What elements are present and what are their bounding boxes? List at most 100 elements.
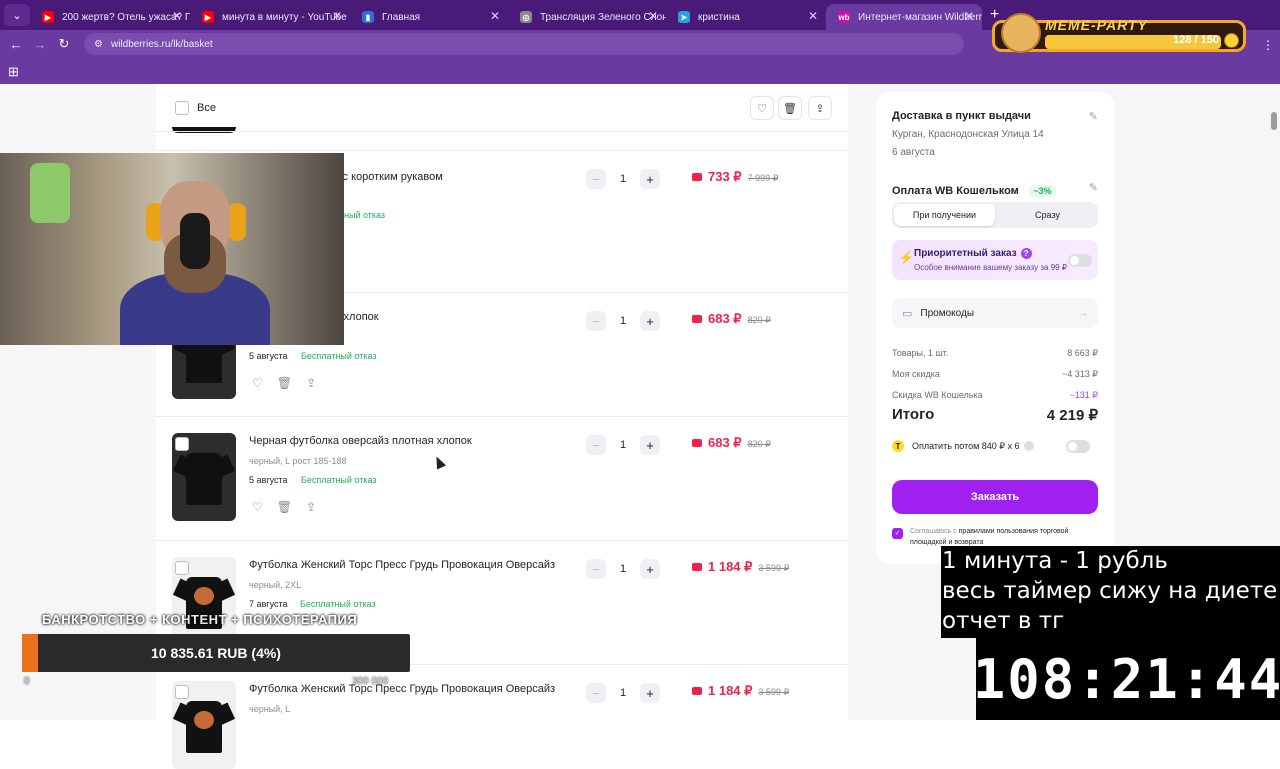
tab-5[interactable]: ➤ кристина ✕ xyxy=(666,4,826,30)
wallet-icon xyxy=(692,439,702,447)
priority-title: Приоритетный заказ? xyxy=(914,248,1032,259)
quantity-value: 1 xyxy=(619,687,627,699)
priority-subtitle: Особое внимание вашему заказу за 99 ₽ xyxy=(914,263,1067,272)
tab-label: кристина xyxy=(698,11,740,23)
forward-icon[interactable]: → xyxy=(28,37,52,52)
info-icon[interactable] xyxy=(1023,441,1034,451)
increase-button[interactable]: + xyxy=(640,169,660,189)
goods-value: 8 663 ₽ xyxy=(1067,348,1098,358)
meme-party-title: MEME-PARTY xyxy=(1045,17,1148,33)
agreement-checkbox[interactable]: ✓ xyxy=(892,528,903,539)
donation-label: БАНКРОТСТВО + КОНТЕНТ + ПСИХОТЕРАПИЯ xyxy=(42,612,358,627)
my-discount-line: Моя скидка −4 313 ₽ xyxy=(892,369,1098,380)
coin-icon xyxy=(1224,33,1239,48)
cart-item: Черная футболка оверсайз плотная хлопок … xyxy=(156,416,848,540)
priority-toggle[interactable] xyxy=(1068,254,1092,267)
close-icon[interactable]: ✕ xyxy=(332,9,342,23)
tab-on-receipt[interactable]: При получении xyxy=(894,204,995,226)
trash-icon[interactable]: 🗑 xyxy=(778,96,802,120)
tab-6-active[interactable]: wb Интернет-магазин Wildberries ✕ xyxy=(826,4,982,30)
item-attributes: черный, 2XL xyxy=(249,580,302,590)
url-text: wildberries.ru/lk/basket xyxy=(110,38,213,50)
price-old: 3 599 ₽ xyxy=(758,687,790,697)
apps-icon[interactable]: ⊞ xyxy=(8,64,19,80)
bookmarks-bar: ⊞ xyxy=(0,58,1280,84)
heart-icon[interactable]: ♡ xyxy=(252,376,263,390)
quantity-value: 1 xyxy=(619,563,627,575)
tab-2[interactable]: ▶ минута в минуту - YouTube ✕ xyxy=(190,4,350,30)
item-checkbox[interactable] xyxy=(175,437,189,451)
item-checkbox[interactable] xyxy=(175,561,189,575)
agreement-prefix: Соглашаюсь с xyxy=(910,528,957,535)
share-icon[interactable]: ⇪ xyxy=(306,376,316,390)
order-summary: Доставка в пункт выдачи ✎ Курган, Красно… xyxy=(876,92,1114,564)
countdown-timer: 108:21:44 xyxy=(973,638,1280,720)
item-title[interactable]: Черная футболка оверсайз плотная хлопок xyxy=(249,435,472,447)
decrease-button[interactable]: − xyxy=(586,435,606,455)
reload-icon[interactable]: ↻ xyxy=(52,36,76,52)
increase-button[interactable]: + xyxy=(640,683,660,703)
pay-later-toggle[interactable] xyxy=(1066,440,1090,453)
item-title[interactable]: Футболка Женский Торс Пресс Грудь Провок… xyxy=(249,559,555,571)
payment-section: Оплата WB Кошельком −3% ✎ xyxy=(892,181,1098,199)
edit-icon[interactable]: ✎ xyxy=(1089,110,1098,123)
quantity-stepper: − 1 + xyxy=(586,169,660,189)
edit-icon[interactable]: ✎ xyxy=(1089,181,1098,194)
trash-icon[interactable]: 🗑 xyxy=(277,376,292,390)
increase-button[interactable]: + xyxy=(640,311,660,331)
increase-button[interactable]: + xyxy=(640,435,660,455)
price-old: 820 ₽ xyxy=(747,439,771,449)
tab-1[interactable]: ▶ 200 жертв? Отель ужаса? Пер ✕ xyxy=(30,4,190,30)
lightning-icon: ⚡ xyxy=(898,250,915,265)
close-icon[interactable]: ✕ xyxy=(648,9,658,23)
wallet-icon xyxy=(692,687,702,695)
cart-header: Все ♡ 🗑 ⇪ xyxy=(156,84,848,132)
trash-icon[interactable]: 🗑 xyxy=(277,500,292,514)
help-icon[interactable]: ? xyxy=(1020,248,1032,259)
priority-title-text: Приоритетный заказ xyxy=(914,248,1017,259)
decrease-button[interactable]: − xyxy=(586,683,606,703)
donation-value: 10 835.61 RUB (4%) xyxy=(151,645,281,661)
total-label: Итого xyxy=(892,406,935,423)
close-icon[interactable]: ✕ xyxy=(172,9,182,23)
webcam-overlay xyxy=(0,153,344,345)
my-discount-label: Моя скидка xyxy=(892,369,940,379)
url-field[interactable]: ⚙ wildberries.ru/lk/basket xyxy=(84,33,964,55)
donation-goal-widget: 10 835.61 RUB (4%) БАНКРОТСТВО + КОНТЕНТ… xyxy=(22,612,410,692)
delivery-date: 6 августа xyxy=(892,147,935,158)
wallet-discount-label: Скидка WB Кошелька xyxy=(892,390,983,400)
price-new: 683 ₽ xyxy=(708,435,742,450)
tab-pay-now[interactable]: Сразу xyxy=(997,202,1098,228)
close-icon[interactable]: ✕ xyxy=(490,9,500,23)
close-icon[interactable]: ✕ xyxy=(808,9,818,23)
window-menu-icon[interactable]: ⋮ xyxy=(1262,38,1274,52)
quantity-stepper: − 1 + xyxy=(586,435,660,455)
decrease-button[interactable]: − xyxy=(586,169,606,189)
promo-codes-button[interactable]: ▭ Промокоды → xyxy=(892,298,1098,328)
back-icon[interactable]: ← xyxy=(4,37,28,52)
price-new: 683 ₽ xyxy=(708,311,742,326)
payment-title: Оплата WB Кошельком xyxy=(892,185,1019,197)
decrease-button[interactable]: − xyxy=(586,559,606,579)
tab-search-button[interactable]: ⌄ xyxy=(4,4,30,26)
close-icon[interactable]: ✕ xyxy=(964,9,974,23)
order-button[interactable]: Заказать xyxy=(892,480,1098,514)
delivery-address: Курган, Краснодонская Улица 14 xyxy=(892,129,1044,140)
select-all-checkbox[interactable] xyxy=(175,100,189,115)
item-price: 683 ₽ 820 ₽ xyxy=(692,311,771,327)
share-icon[interactable]: ⇪ xyxy=(306,500,316,514)
agreement: ✓ Соглашаюсь с правилами пользования тор… xyxy=(892,526,1098,548)
heart-icon[interactable]: ♡ xyxy=(252,500,263,514)
price-old: 820 ₽ xyxy=(747,315,771,325)
quantity-value: 1 xyxy=(619,315,627,327)
increase-button[interactable]: + xyxy=(640,559,660,579)
goods-label: Товары, 1 шт. xyxy=(892,348,949,358)
scrollbar[interactable] xyxy=(1271,112,1277,130)
share-icon[interactable]: ⇪ xyxy=(808,96,832,120)
tab-3[interactable]: ▮ Главная ✕ xyxy=(350,4,508,30)
site-info-icon[interactable]: ⚙ xyxy=(94,39,103,50)
heart-icon[interactable]: ♡ xyxy=(750,96,774,120)
decrease-button[interactable]: − xyxy=(586,311,606,331)
tab-4[interactable]: ◎ Трансляция Зеленого Слоник ✕ xyxy=(508,4,666,30)
wallet-icon xyxy=(692,315,702,323)
